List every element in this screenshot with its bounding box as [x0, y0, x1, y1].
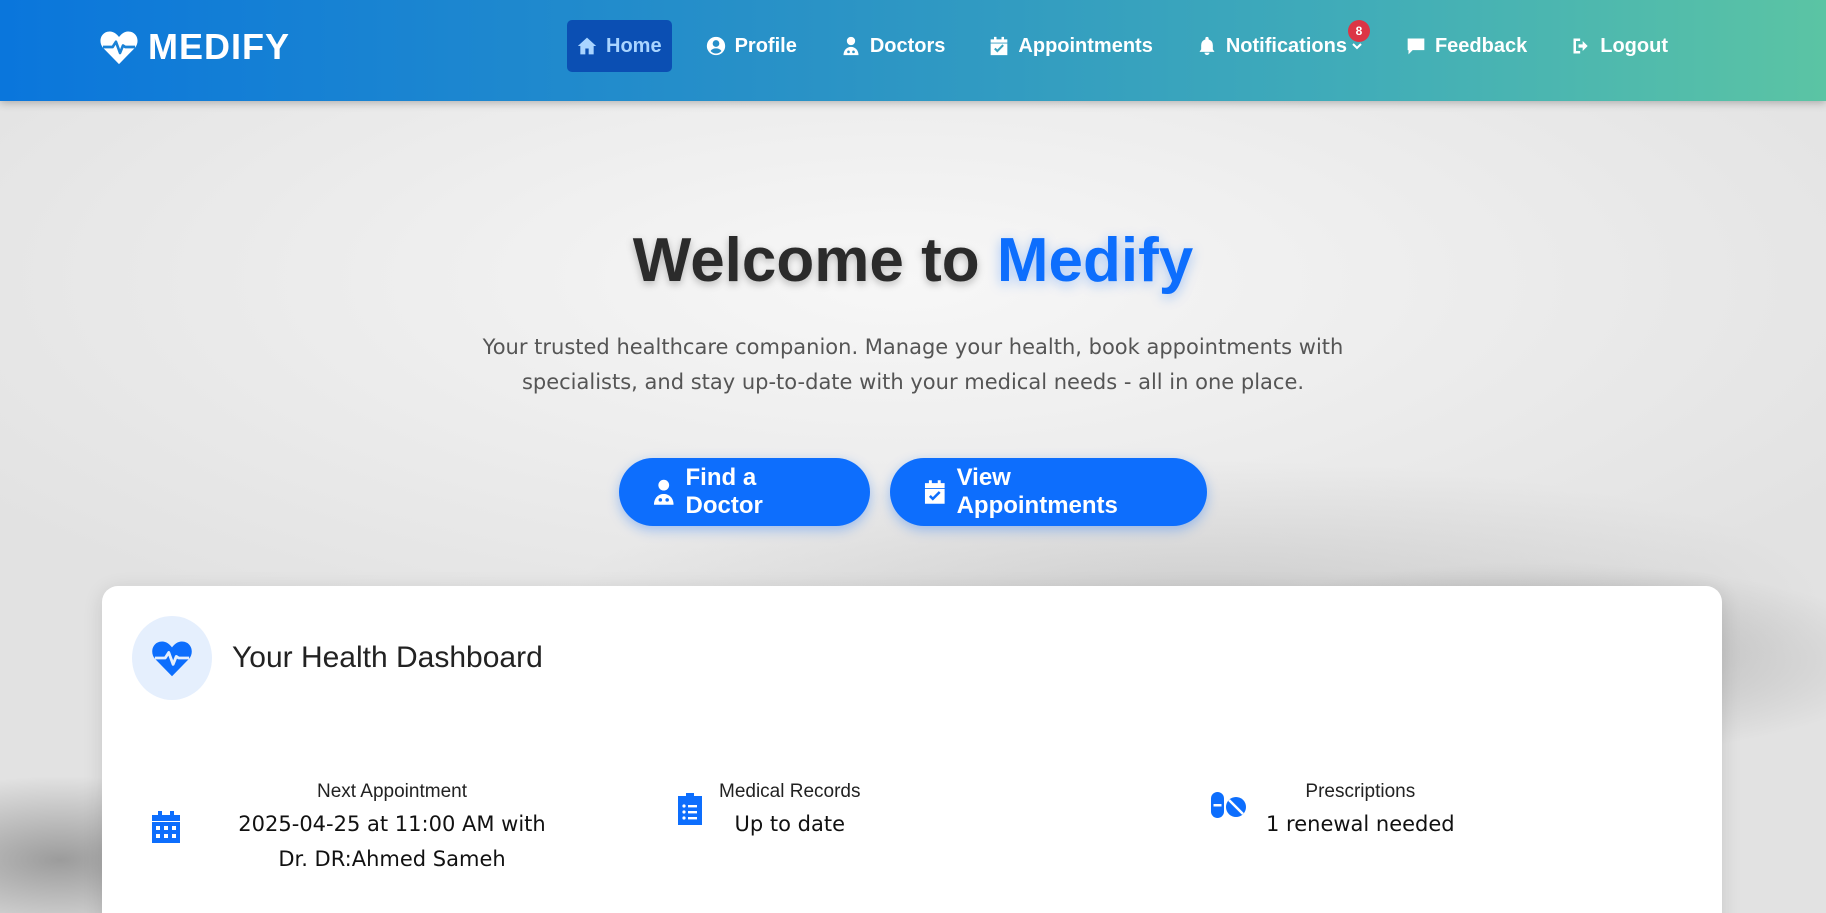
- prescriptions-label: Prescriptions: [1305, 781, 1416, 802]
- prescriptions-stat: Prescriptions 1 renewal needed: [1210, 781, 1455, 842]
- nav-doctors-label: Doctors: [869, 34, 946, 57]
- dashboard-icon-circle: [132, 616, 212, 700]
- medical-records-stat: Medical Records Up to date: [677, 781, 861, 842]
- doctor-icon: [843, 36, 859, 56]
- hero-buttons: Find a Doctor View Appointments: [0, 458, 1826, 526]
- doctor-icon: [653, 479, 674, 505]
- user-circle-icon: [706, 36, 725, 56]
- brand-logo[interactable]: MEDIFY: [100, 26, 290, 68]
- calendar-check-icon: [991, 36, 1008, 56]
- clipboard-list-icon: [678, 793, 702, 825]
- pills-icon: [1211, 792, 1246, 818]
- find-doctor-button[interactable]: Find a Doctor: [619, 458, 870, 526]
- brand-name: MEDIFY: [148, 26, 291, 67]
- medical-records-value: Up to date: [734, 812, 846, 836]
- nav-appointments-label: Appointments: [1018, 34, 1153, 57]
- prescriptions-value: 1 renewal needed: [1266, 812, 1455, 836]
- nav-feedback-label: Feedback: [1434, 34, 1528, 57]
- navbar: MEDIFY Home Profile Doctors Appointments…: [0, 0, 1826, 101]
- hero-subtitle: Your trusted healthcare companion. Manag…: [482, 335, 1344, 394]
- main-nav: Home Profile Doctors Appointments Notifi…: [567, 20, 1702, 72]
- nav-home-label: Home: [606, 34, 662, 57]
- hero-title-accent: Medify: [996, 226, 1194, 295]
- nav-doctors[interactable]: Doctors: [831, 20, 956, 72]
- next-appointment-label: Next Appointment: [317, 781, 467, 802]
- nav-profile[interactable]: Profile: [696, 20, 807, 72]
- next-appointment-stat: Next Appointment 2025-04-25 at 11:00 AM …: [150, 781, 562, 877]
- nav-appointments[interactable]: Appointments: [979, 20, 1162, 72]
- calendar-check-icon: [924, 480, 945, 504]
- medical-records-text: Medical Records Up to date: [719, 781, 861, 842]
- nav-feedback[interactable]: Feedback: [1396, 20, 1537, 72]
- sign-out-icon: [1573, 38, 1588, 54]
- find-doctor-label: Find a Doctor: [685, 464, 763, 519]
- heart-pulse-icon: [152, 641, 192, 677]
- next-appointment-value: 2025-04-25 at 11:00 AM with Dr. DR:Ahmed…: [238, 812, 546, 871]
- calendar-icon: [152, 811, 180, 843]
- nav-notifications-label: Notifications: [1225, 34, 1347, 57]
- heart-pulse-icon: [100, 31, 138, 65]
- dashboard-header: Your Health Dashboard: [132, 616, 543, 700]
- nav-logout[interactable]: Logout: [1561, 20, 1678, 72]
- chevron-down-icon: [1352, 43, 1362, 50]
- medical-records-label: Medical Records: [719, 781, 861, 802]
- nav-profile-label: Profile: [734, 34, 797, 57]
- bell-icon: [1199, 36, 1215, 56]
- health-dashboard-card: Your Health Dashboard Next Appointment 2…: [102, 586, 1722, 913]
- nav-logout-label: Logout: [1600, 34, 1668, 57]
- hero-title-prefix: Welcome to: [632, 226, 980, 295]
- next-appointment-text: Next Appointment 2025-04-25 at 11:00 AM …: [222, 781, 562, 877]
- view-appointments-label: View Appointments: [956, 464, 1118, 519]
- nav-home[interactable]: Home: [567, 20, 672, 72]
- nav-notifications[interactable]: Notifications 8: [1187, 20, 1372, 72]
- prescriptions-text: Prescriptions 1 renewal needed: [1266, 781, 1455, 842]
- comment-icon: [1407, 38, 1425, 55]
- notification-count-badge: 8: [1347, 20, 1370, 42]
- view-appointments-button[interactable]: View Appointments: [890, 458, 1207, 526]
- hero-title: Welcome to Medify: [0, 225, 1826, 296]
- dashboard-title: Your Health Dashboard: [232, 641, 543, 674]
- home-icon: [577, 37, 597, 55]
